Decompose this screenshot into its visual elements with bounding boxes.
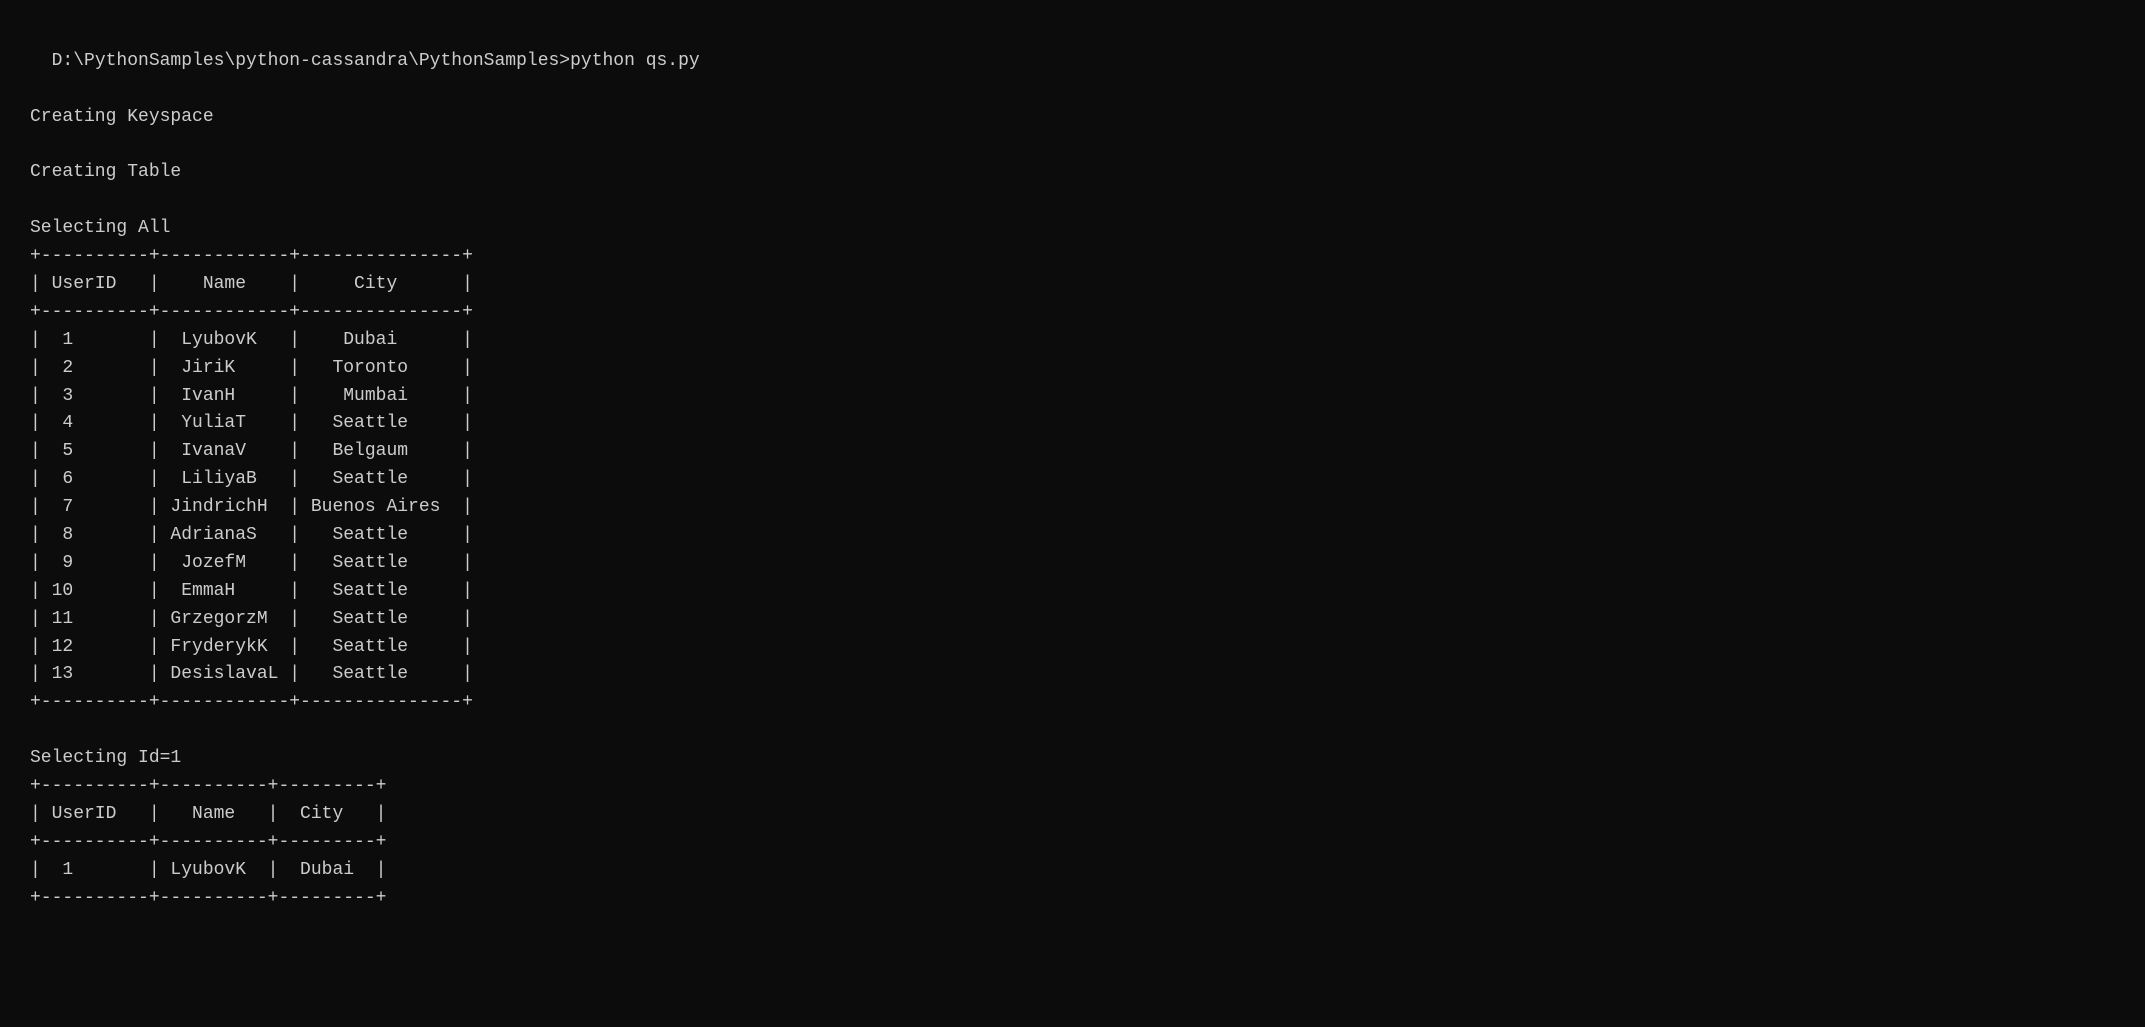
terminal-line-8: +----------+------------+---------------… — [30, 302, 473, 322]
terminal-line-5: Selecting All — [30, 218, 170, 238]
terminal-line-26: | UserID | Name | City | — [30, 804, 386, 824]
terminal-line-22: +----------+------------+---------------… — [30, 692, 473, 712]
terminal-line-3: Creating Table — [30, 162, 181, 182]
terminal-line-11: | 3 | IvanH | Mumbai | — [30, 386, 473, 406]
terminal-line-7: | UserID | Name | City | — [30, 274, 473, 294]
terminal-line-19: | 11 | GrzegorzM | Seattle | — [30, 609, 473, 629]
terminal-line-9: | 1 | LyubovK | Dubai | — [30, 330, 473, 350]
terminal-line-10: | 2 | JiriK | Toronto | — [30, 358, 473, 378]
terminal-line-18: | 10 | EmmaH | Seattle | — [30, 581, 473, 601]
command-line: D:\PythonSamples\python-cassandra\Python… — [52, 51, 700, 71]
terminal-line-6: +----------+------------+---------------… — [30, 246, 473, 266]
terminal-line-24: Selecting Id=1 — [30, 748, 181, 768]
terminal-line-28: | 1 | LyubovK | Dubai | — [30, 860, 386, 880]
terminal-line-16: | 8 | AdrianaS | Seattle | — [30, 525, 473, 545]
terminal-line-13: | 5 | IvanaV | Belgaum | — [30, 441, 473, 461]
terminal-line-17: | 9 | JozefM | Seattle | — [30, 553, 473, 573]
terminal-window: D:\PythonSamples\python-cassandra\Python… — [30, 20, 2115, 76]
terminal-line-12: | 4 | YuliaT | Seattle | — [30, 413, 473, 433]
terminal-line-29: +----------+----------+---------+ — [30, 888, 386, 908]
terminal-line-25: +----------+----------+---------+ — [30, 776, 386, 796]
terminal-line-1: Creating Keyspace — [30, 107, 214, 127]
terminal-line-21: | 13 | DesislavaL | Seattle | — [30, 664, 473, 684]
terminal-line-14: | 6 | LiliyaB | Seattle | — [30, 469, 473, 489]
terminal-output: Creating Keyspace Creating Table Selecti… — [30, 76, 2115, 913]
terminal-line-20: | 12 | FryderykK | Seattle | — [30, 637, 473, 657]
terminal-line-27: +----------+----------+---------+ — [30, 832, 386, 852]
terminal-line-15: | 7 | JindrichH | Buenos Aires | — [30, 497, 473, 517]
